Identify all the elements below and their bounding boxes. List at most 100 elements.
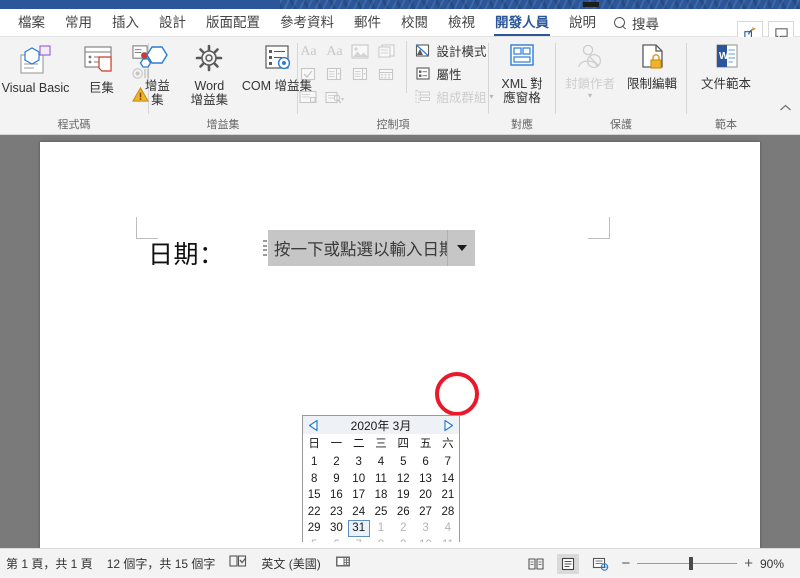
calendar-day[interactable]: 23 [325,504,347,521]
collapse-ribbon-button[interactable] [779,100,792,118]
zoom-slider-thumb[interactable] [689,556,694,570]
date-content-control[interactable]: 按一下或點選以輸入日期 [261,230,475,266]
calendar-day[interactable]: 16 [325,487,347,504]
calendar-day[interactable]: 5 [392,454,414,471]
calendar-day[interactable]: 1 [370,520,392,537]
calendar-day[interactable]: 24 [348,504,370,521]
calendar-day[interactable]: 27 [414,504,436,521]
date-input-field[interactable]: 按一下或點選以輸入日期 [268,230,468,266]
ribbon-tab-2[interactable]: 插入 [102,9,149,37]
calendar-weekday-2: 二 [352,437,365,450]
macros-button[interactable]: 巨集 [75,41,127,98]
calendar-day[interactable]: 14 [437,471,459,488]
document-page[interactable]: 日期： 按一下或點選以輸入日期 2020年 3月 日 一 二 三 四 五 六 1… [40,142,760,578]
calendar-day[interactable]: 28 [437,504,459,521]
ribbon-tab-5[interactable]: 參考資料 [270,9,344,37]
zoom-level[interactable]: 90% [760,557,790,571]
calendar-day[interactable]: 31 [347,520,370,537]
calendar-day[interactable]: 3 [414,520,436,537]
read-mode-view-button[interactable] [525,554,547,574]
calendar-day[interactable]: 19 [392,487,414,504]
calendar-day-grid[interactable]: 1 2 3 4 5 6 7 8 9 10 11 12 13 14 15 16 17 18 19 20 21 22 23 24 2… [303,451,459,553]
print-layout-view-button[interactable] [557,553,580,574]
calendar-day[interactable]: 29 [303,520,325,537]
calendar-day[interactable]: 20 [414,487,436,504]
calendar-day[interactable]: 4 [370,454,392,471]
ribbon-tab-3[interactable]: 設計 [149,9,196,37]
repeating-section-content-control-button [296,87,320,108]
proofing-errors-button[interactable] [229,554,247,573]
web-layout-view-button[interactable] [589,554,611,574]
xml-mapping-pane-label: XML 對應窗格 [501,77,543,105]
ribbon-tab-7[interactable]: 校閱 [391,9,438,37]
properties-button[interactable]: 屬性 [413,63,495,84]
checkbox-content-control-button [296,64,320,85]
restrict-editing-button[interactable]: 限制編輯 [621,41,683,94]
calendar-day[interactable]: 13 [414,471,436,488]
prev-month-arrow-icon [308,419,318,431]
date-picker-content-control-icon [378,68,394,81]
calendar-day[interactable]: 21 [437,487,459,504]
calendar-day[interactable]: 2 [392,520,414,537]
calendar-day[interactable]: 8 [303,471,325,488]
accessibility-button[interactable] [335,554,351,573]
calendar-day[interactable]: 26 [392,504,414,521]
proofing-errors-icon [229,555,247,567]
ribbon-tab-8[interactable]: 檢視 [438,9,485,37]
calendar-day[interactable]: 11 [370,471,392,488]
content-control-handle[interactable] [261,230,268,266]
word-addins-button[interactable]: Word 增益集 [182,41,237,109]
ribbon-tab-0[interactable]: 檔案 [8,9,55,37]
ribbon-tab-9[interactable]: 開發人員 [485,9,559,37]
zoom-control[interactable]: − + 90% [621,556,790,571]
ribbon-tab-4[interactable]: 版面配置 [196,9,270,37]
calendar-day[interactable]: 1 [303,454,325,471]
next-month-button[interactable] [443,419,454,432]
ribbon-tab-6[interactable]: 郵件 [344,9,391,37]
calendar-day[interactable]: 9 [325,471,347,488]
calendar-title[interactable]: 2020年 3月 [351,417,412,434]
document-template-label: 文件範本 [700,77,751,91]
calendar-day[interactable]: 4 [437,520,459,537]
calendar-day[interactable]: 18 [370,487,392,504]
properties-label: 屬性 [436,68,462,82]
calendar-day[interactable]: 22 [303,504,325,521]
calendar-day[interactable]: 15 [303,487,325,504]
calendar-day[interactable]: 6 [414,454,436,471]
xml-mapping-pane-button[interactable]: XML 對應窗格 [490,41,554,107]
ribbon-tab-10[interactable]: 說明 [559,9,606,37]
zoom-slider[interactable] [637,556,738,570]
visual-basic-button[interactable]: Visual Basic [0,41,75,98]
date-picker-dropdown-button[interactable] [447,230,475,266]
calendar-day[interactable]: 17 [348,487,370,504]
calendar-day[interactable]: 12 [392,471,414,488]
calendar-day[interactable]: 7 [437,454,459,471]
design-mode-button[interactable]: 設計模式 [413,40,495,61]
search-box[interactable]: 搜尋 [606,9,667,37]
calendar-day[interactable]: 10 [348,471,370,488]
calendar-day[interactable]: 25 [370,504,392,521]
ribbon-tab-1[interactable]: 常用 [55,9,102,37]
zoom-out-button[interactable]: − [621,556,630,571]
page-info[interactable]: 第 1 頁，共 1 頁 [6,555,93,572]
picture-content-control-icon [351,44,370,59]
rich-text-content-control-button: Aa [300,43,317,59]
calendar-day[interactable]: 2 [325,454,347,471]
svg-text:▾: ▾ [341,97,344,103]
next-month-arrow-icon [444,419,454,431]
document-template-icon: W [716,44,738,68]
margin-mark-top-right [588,217,610,239]
calendar-day[interactable]: 3 [348,454,370,471]
calendar-day[interactable]: 30 [325,520,347,537]
language-indicator[interactable]: 英文 (美國) [261,555,320,572]
checkbox-content-control-icon [300,67,316,81]
dropdown-list-content-control-button [348,64,372,85]
addins-button[interactable]: 增益集 [133,41,182,109]
calendar-weekday-headers: 日一二三四五六 [303,434,459,451]
word-count[interactable]: 12 個字，共 15 個字 [107,555,216,572]
zoom-in-button[interactable]: + [744,556,753,571]
document-template-button[interactable]: W 文件範本 [695,41,757,94]
prev-month-button[interactable] [308,419,319,432]
block-authors-label: 封鎖作者 [564,77,615,91]
web-layout-icon [592,557,609,571]
